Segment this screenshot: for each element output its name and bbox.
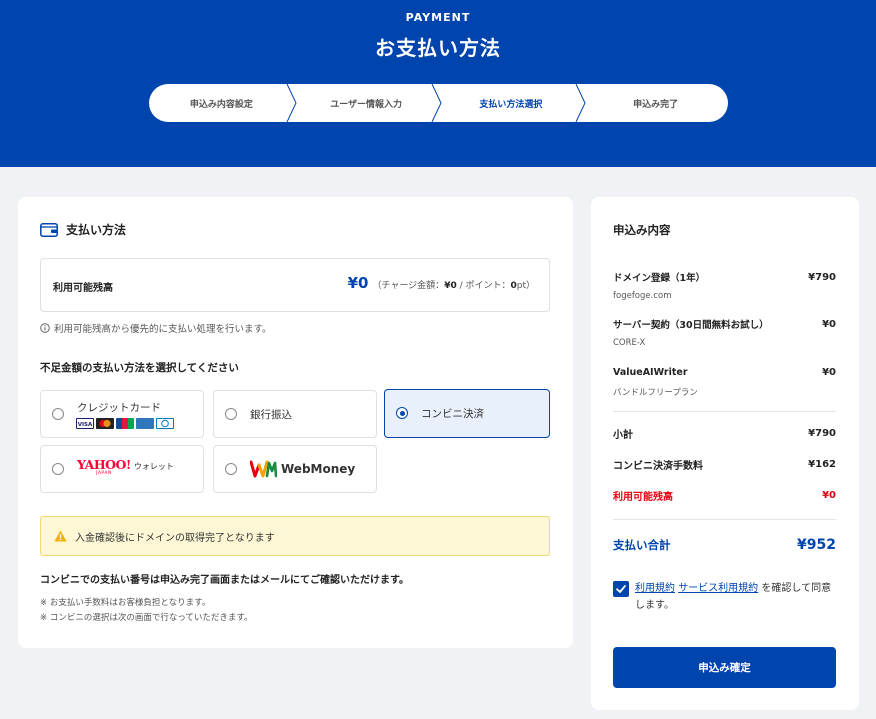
method-convenience-store[interactable]: コンビニ決済 <box>384 389 550 438</box>
balance-row: 利用可能残高 ¥0 <box>613 487 836 503</box>
step-label: 支払い方法選択 <box>479 99 543 110</box>
item-price: ¥0 <box>822 366 836 378</box>
page-eyebrow: PAYMENT <box>405 11 471 24</box>
balance-label: 利用可能残高 <box>613 491 673 503</box>
subtotal-value: ¥790 <box>808 427 836 439</box>
convenience-payment-note: コンビニでの支払い番号は申込み完了画面またはメールにてご確認いただけます。 <box>40 575 409 586</box>
item-sub: CORE-X <box>613 338 646 348</box>
method-webmoney[interactable]: WebMoney <box>213 445 377 493</box>
warning-banner: 入金確認後にドメインの取得完了となります <box>40 516 550 556</box>
radio-button[interactable] <box>225 463 237 475</box>
store-selection-note: ※ コンビニの選択は次の画面で行なっていただきます。 <box>40 613 253 623</box>
webmoney-label: WebMoney <box>281 462 356 476</box>
webmoney-icon <box>250 460 277 478</box>
yahoo-logo-sub: JAPAN <box>96 470 112 476</box>
amex-icon <box>136 418 154 429</box>
fee-row: コンビニ決済手数料 ¥162 <box>613 456 836 472</box>
payment-method-panel: 支払い方法 利用可能残高 ¥0 （チャージ金額：¥0 / ポイント：0pt） 利… <box>18 197 573 648</box>
radio-button[interactable] <box>225 408 237 420</box>
order-summary-panel: 申込み内容 ドメイン登録（1年） ¥790 fogefoge.com サーバー契… <box>591 197 859 710</box>
mastercard-icon <box>96 418 114 429</box>
subtotal-label: 小計 <box>613 429 633 441</box>
chevron-right-icon <box>286 84 297 122</box>
diners-icon <box>156 418 174 429</box>
item-name: サーバー契約（30日間無料お試し） <box>613 320 769 331</box>
jcb-icon <box>116 418 134 429</box>
yahoo-wallet-logo: YAHOO! JAPAN ウォレット <box>77 457 174 476</box>
method-bank-transfer[interactable]: 銀行振込 <box>213 390 377 438</box>
info-icon <box>40 323 50 333</box>
payment-section-heading: 支払い方法 <box>40 221 126 238</box>
warning-icon <box>54 530 67 542</box>
step-payment-method: 支払い方法選択 <box>439 84 586 122</box>
item-sub: fogefoge.com <box>613 291 672 301</box>
balance-amount: ¥0 <box>347 274 369 292</box>
warning-text: 入金確認後にドメインの取得完了となります <box>75 532 275 544</box>
summary-title: 申込み内容 <box>613 223 671 237</box>
divider <box>613 411 836 412</box>
summary-item-server: サーバー契約（30日間無料お試し） ¥0 <box>613 316 836 332</box>
info-text: 利用可能残高から優先的に支払い処理を行います。 <box>54 324 272 335</box>
balance-detail: （チャージ金額：¥0 / ポイント：0pt） <box>372 281 535 291</box>
svg-text:VISA: VISA <box>78 422 93 428</box>
service-terms-link[interactable]: サービス利用規約 <box>678 583 758 594</box>
item-name: ValueAIWriter <box>613 366 688 378</box>
step-user-info: ユーザー情報入力 <box>294 84 442 122</box>
total-row: 支払い合計 ¥952 <box>613 537 836 553</box>
fee-value: ¥162 <box>808 458 836 470</box>
yahoo-logo-text: YAHOO! <box>77 457 131 472</box>
summary-item-writer: ValueAIWriter ¥0 <box>613 364 836 380</box>
progress-stepper: 申込み内容設定 ユーザー情報入力 支払い方法選択 申込み完了 <box>149 84 728 122</box>
wallet-icon <box>40 222 58 237</box>
webmoney-logo: WebMoney <box>250 459 355 479</box>
page-header: PAYMENT お支払い方法 申込み内容設定 ユーザー情報入力 支払い方法選択 … <box>0 0 876 167</box>
radio-button[interactable] <box>52 463 64 475</box>
fee-note: ※ お支払い手数料はお客様負担となります。 <box>40 598 211 608</box>
item-sub: バンドルフリープラン <box>613 388 698 398</box>
subtotal-row: 小計 ¥790 <box>613 425 836 441</box>
summary-item-domain: ドメイン登録（1年） ¥790 <box>613 269 836 285</box>
step-label: ユーザー情報入力 <box>330 99 403 110</box>
step-application-settings: 申込み内容設定 <box>149 84 297 122</box>
methods-heading: 不足金額の支払い方法を選択してください <box>40 362 239 374</box>
radio-button[interactable] <box>396 407 408 419</box>
agreement-text: 利用規約 サービス利用規約 を確認して同意します。 <box>613 580 836 614</box>
fee-label: コンビニ決済手数料 <box>613 460 703 472</box>
terms-checkbox[interactable] <box>613 581 629 597</box>
balance-value: ¥0 （チャージ金額：¥0 / ポイント：0pt） <box>348 274 535 292</box>
chevron-right-icon <box>431 84 442 122</box>
balance-value: ¥0 <box>822 489 836 501</box>
item-name: ドメイン登録（1年） <box>613 273 706 284</box>
radio-button[interactable] <box>52 408 64 420</box>
step-label: 申込み内容設定 <box>189 99 253 110</box>
balance-label: 利用可能残高 <box>53 283 113 294</box>
terms-link[interactable]: 利用規約 <box>635 583 675 594</box>
total-label: 支払い合計 <box>613 538 671 552</box>
card-brand-logos: VISA <box>76 418 174 429</box>
checkmark-icon <box>616 585 626 593</box>
step-complete: 申込み完了 <box>583 84 728 122</box>
yahoo-wallet-suffix: ウォレット <box>133 462 174 471</box>
balance-info-note: 利用可能残高から優先的に支払い処理を行います。 <box>40 321 272 335</box>
method-label: 銀行振込 <box>250 409 292 421</box>
confirm-application-button[interactable]: 申込み確定 <box>613 647 836 688</box>
section-title: 支払い方法 <box>66 223 127 237</box>
visa-icon: VISA <box>76 418 94 429</box>
method-credit-card[interactable]: クレジットカード VISA <box>40 390 204 438</box>
chevron-right-icon <box>575 84 586 122</box>
step-label: 申込み完了 <box>633 99 679 110</box>
available-balance-box: 利用可能残高 ¥0 （チャージ金額：¥0 / ポイント：0pt） <box>40 258 550 312</box>
method-label: クレジットカード <box>77 402 161 414</box>
page-title: お支払い方法 <box>375 36 501 60</box>
total-amount: ¥952 <box>797 537 836 553</box>
item-price: ¥790 <box>808 271 836 283</box>
item-price: ¥0 <box>822 318 836 330</box>
terms-agreement: 利用規約 サービス利用規約 を確認して同意します。 <box>613 580 836 614</box>
method-label: コンビニ決済 <box>421 408 484 420</box>
method-yahoo-wallet[interactable]: YAHOO! JAPAN ウォレット <box>40 445 204 493</box>
divider <box>613 519 836 520</box>
